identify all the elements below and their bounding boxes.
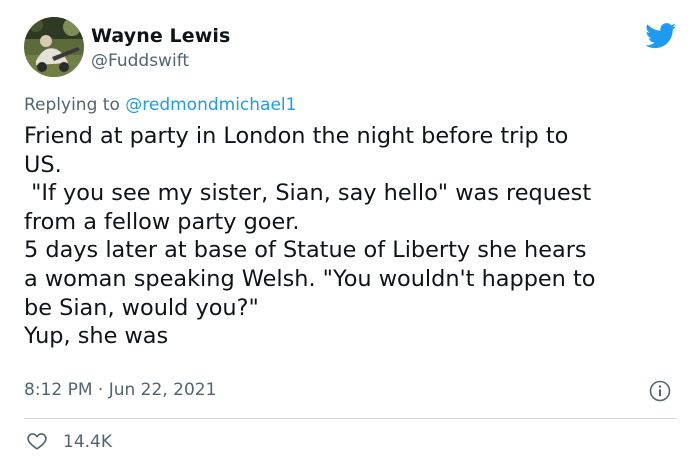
user-handle[interactable]: @Fuddswift xyxy=(91,50,189,72)
tweet-card: Wayne Lewis @Fuddswift Replying to @redm… xyxy=(0,0,700,472)
like-count: 14.4K xyxy=(63,432,112,452)
display-name[interactable]: Wayne Lewis xyxy=(91,24,230,48)
tweet-timestamp[interactable]: 8:12 PM · Jun 22, 2021 xyxy=(24,378,216,402)
twitter-bird-icon[interactable] xyxy=(645,23,677,49)
replying-to-mention[interactable]: @redmondmichael1 xyxy=(125,95,296,115)
replying-to: Replying to @redmondmichael1 xyxy=(24,93,296,117)
tweet-time: 8:12 PM xyxy=(24,380,93,400)
replying-prefix: Replying to xyxy=(24,95,126,115)
avatar[interactable] xyxy=(24,17,84,77)
divider xyxy=(24,418,677,419)
info-icon[interactable] xyxy=(649,380,671,402)
tweet-date: Jun 22, 2021 xyxy=(108,380,217,400)
tweet-text: Friend at party in London the night befo… xyxy=(24,123,596,350)
heart-icon[interactable] xyxy=(26,430,48,452)
timestamp-separator: · xyxy=(92,380,109,400)
